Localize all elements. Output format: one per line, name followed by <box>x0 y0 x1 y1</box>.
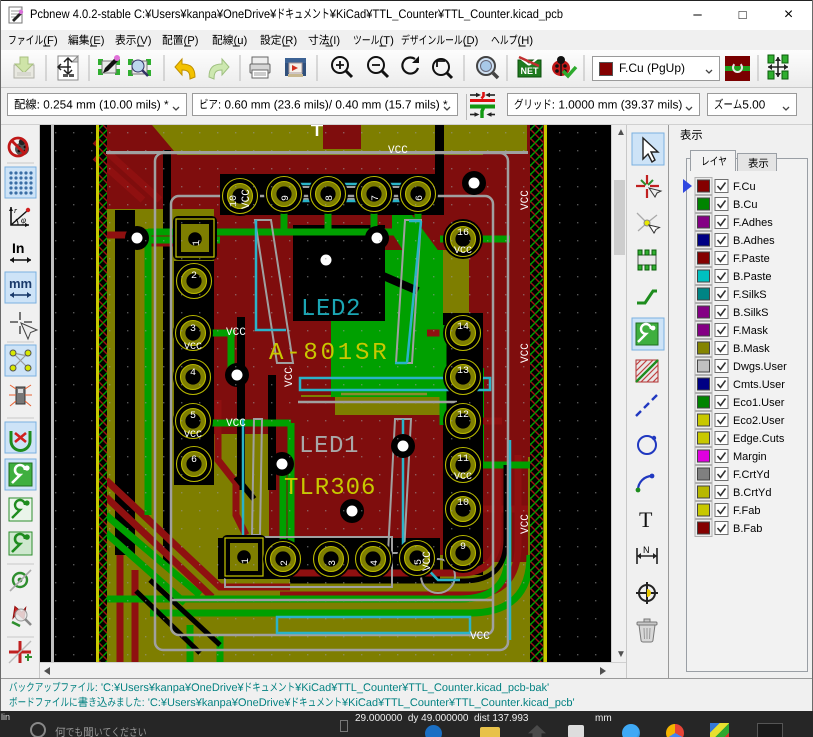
svg-text:F.Paste: F.Paste <box>733 253 770 265</box>
svg-text:F.Cu: F.Cu <box>733 181 756 193</box>
svg-text:F.Mask: F.Mask <box>733 325 768 337</box>
svg-text:F.SilkS: F.SilkS <box>733 289 767 301</box>
svg-text:B.Fab: B.Fab <box>733 523 762 535</box>
svg-text:F.Fab: F.Fab <box>733 505 761 517</box>
svg-text:In: In <box>12 240 24 256</box>
svg-text:Edge.Cuts: Edge.Cuts <box>733 433 785 445</box>
svg-text:F.CrtYd: F.CrtYd <box>733 469 770 481</box>
svg-text:B.Paste: B.Paste <box>733 271 772 283</box>
svg-text:N: N <box>643 545 650 555</box>
svg-text:Eco1.User: Eco1.User <box>733 397 785 409</box>
svg-text:B.Mask: B.Mask <box>733 343 770 355</box>
svg-text:F.Adhes: F.Adhes <box>733 217 773 229</box>
svg-text:Cmts.User: Cmts.User <box>733 379 785 391</box>
svg-text:r: r <box>14 206 18 215</box>
svg-text:T: T <box>639 507 653 532</box>
svg-text:NET: NET <box>521 66 540 76</box>
svg-text:φ: φ <box>21 215 26 225</box>
svg-text:Dwgs.User: Dwgs.User <box>733 361 787 373</box>
svg-text:B.SilkS: B.SilkS <box>733 307 768 319</box>
svg-text:B.CrtYd: B.CrtYd <box>733 487 772 499</box>
svg-text:B.Adhes: B.Adhes <box>733 235 775 247</box>
svg-text:B.Cu: B.Cu <box>733 199 757 211</box>
svg-text:Eco2.User: Eco2.User <box>733 415 785 427</box>
svg-text:mm: mm <box>9 276 32 291</box>
svg-text:Margin: Margin <box>733 451 767 463</box>
